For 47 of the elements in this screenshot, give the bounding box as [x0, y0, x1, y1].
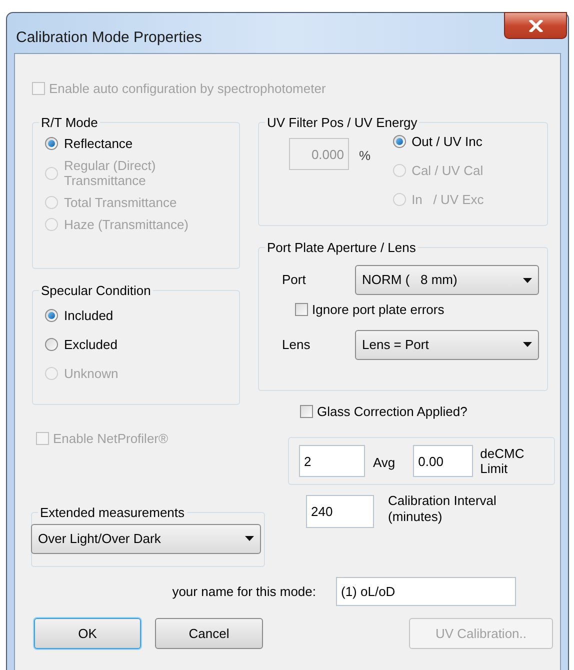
caret-icon — [523, 278, 532, 282]
window-title: Calibration Mode Properties — [16, 28, 202, 48]
close-button[interactable] — [504, 12, 567, 39]
unit-label: % — [359, 147, 371, 165]
dialog-button[interactable]: OK — [34, 618, 141, 649]
field-label: Avg — [373, 454, 396, 472]
field-label: Port — [281, 271, 307, 290]
radio-button[interactable] — [45, 338, 58, 351]
input-field[interactable]: 0.00 — [413, 445, 474, 477]
dropdown[interactable]: Lens = Port — [355, 330, 539, 360]
group-title: Extended measurements — [39, 504, 186, 522]
dropdown[interactable]: NORM ( 8 mm) — [355, 265, 539, 295]
field-label: deCMC Limit — [480, 446, 526, 476]
dropdown[interactable]: Over Light/Over Dark — [31, 524, 261, 554]
caret-icon — [245, 536, 254, 541]
checkbox-label: Ignore port plate errors — [312, 301, 444, 319]
group-title: Specular Condition — [40, 282, 152, 300]
radio-label: Reflectance — [64, 136, 134, 151]
radio-label: Unknown — [64, 366, 118, 381]
input-field[interactable]: 2 — [299, 445, 365, 477]
caret-icon — [523, 342, 532, 347]
input-field[interactable]: (1) oL/oD — [336, 577, 516, 606]
radio-label: Haze (Transmittance) — [64, 217, 190, 232]
radio-label: Cal / UV Cal — [412, 163, 484, 178]
radio-button[interactable] — [45, 309, 58, 322]
field-label: your name for this mode: — [171, 582, 316, 601]
checkbox[interactable] — [295, 303, 308, 316]
close-icon — [528, 20, 542, 32]
checkbox-label: Glass Correction Applied? — [317, 402, 468, 421]
group-title: R/T Mode — [40, 114, 99, 132]
radio-label: Included — [64, 308, 114, 323]
checkbox-label: Enable NetProfiler® — [53, 430, 168, 448]
checkbox[interactable] — [300, 404, 313, 418]
input-field[interactable]: 240 — [306, 495, 374, 528]
radio-button[interactable] — [392, 135, 406, 148]
radio-button[interactable] — [45, 137, 58, 150]
checkbox-label: Enable auto configuration by spectrophotometer — [49, 80, 326, 98]
group-title: UV Filter Pos / UV Energy — [266, 114, 418, 132]
radio-label: Excluded — [64, 337, 118, 352]
field-label: Calibration Interval (minutes) — [388, 493, 498, 525]
radio-label: Out / UV Inc — [412, 134, 482, 149]
radio-label: In / UV Exc — [412, 192, 484, 207]
radio-label: Total Transmittance — [64, 195, 178, 210]
dialog-button[interactable]: Cancel — [155, 618, 263, 649]
group-title: Port Plate Aperture / Lens — [266, 238, 417, 257]
radio-label: Regular (Direct) Transmittance — [64, 158, 157, 188]
field-label: Lens — [281, 336, 312, 354]
